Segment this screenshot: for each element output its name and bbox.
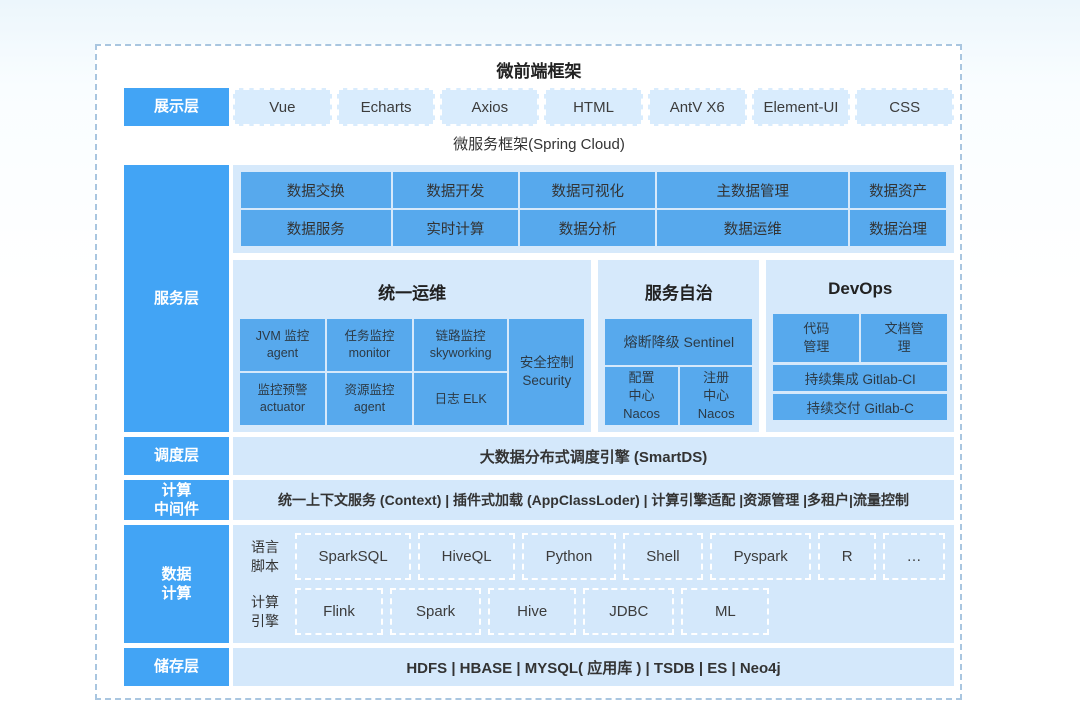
data-computing-row: 数据 计算 语言 脚本 SparkSQLHiveQLPythonShellPys… [124, 525, 954, 643]
data-app-service-cell: 数据运维 [657, 210, 848, 246]
data-app-service-cell: 数据交换 [241, 172, 391, 208]
compute-engine-item: JDBC [583, 588, 674, 635]
presentation-items: VueEchartsAxiosHTMLAntV X6Element-UICSS [233, 88, 954, 126]
unified-ops-title: 统一运维 [240, 266, 584, 319]
middleware-layer-label: 计算 中间件 [124, 480, 229, 520]
data-app-service-cell: 实时计算 [393, 210, 519, 246]
presentation-item: Echarts [337, 88, 436, 126]
ops-cell-log-elk: 日志 ELK [414, 373, 507, 425]
nacos-row: 配置 中心 Nacos 注册 中心 Nacos [605, 367, 752, 425]
language-script-row: 语言 脚本 SparkSQLHiveQLPythonShellPysparkR… [242, 533, 945, 580]
language-script-item: Shell [623, 533, 703, 580]
storage-layer-row: 储存层 HDFS | HBASE | MYSQL( 应用库 ) | TSDB |… [124, 648, 954, 686]
unified-ops-panel: 统一运维 JVM 监控 agent 任务监控 monitor 链路监控 skyw… [233, 260, 591, 432]
compute-engine-item: Spark [390, 588, 481, 635]
service-layer-content: 数据交换数据开发数据可视化主数据管理数据资产数据服务实时计算数据分析数据运维数据… [233, 165, 954, 432]
data-app-service-cell: 数据服务 [241, 210, 391, 246]
service-autonomy-panel: 服务自治 熔断降级 Sentinel 配置 中心 Nacos 注册 中心 Nac… [598, 260, 759, 432]
middleware-layer-row: 计算 中间件 统一上下文服务 (Context) | 插件式加载 (AppCla… [124, 480, 954, 520]
compute-engine-label: 计算 引擎 [242, 588, 288, 635]
service-layer-row: 服务层 数据交换数据开发数据可视化主数据管理数据资产数据服务实时计算数据分析数据… [124, 165, 954, 432]
data-app-service-cell: 主数据管理 [657, 172, 848, 208]
config-center-box: 配置 中心 Nacos [605, 367, 678, 425]
ops-cell-resource-monitor: 资源监控 agent [327, 373, 412, 425]
language-script-items: SparkSQLHiveQLPythonShellPysparkR… [295, 533, 945, 580]
storage-systems-bar: HDFS | HBASE | MYSQL( 应用库 ) | TSDB | ES … [233, 648, 954, 686]
service-operations-band: 统一运维 JVM 监控 agent 任务监控 monitor 链路监控 skyw… [233, 260, 954, 432]
continuous-integration-bar: 持续集成 Gitlab-CI [773, 365, 947, 391]
middleware-services-bar: 统一上下文服务 (Context) | 插件式加载 (AppClassLoder… [233, 480, 954, 520]
continuous-delivery-bar: 持续交付 Gitlab-C [773, 394, 947, 420]
devops-title: DevOps [773, 266, 947, 314]
registry-center-box: 注册 中心 Nacos [680, 367, 753, 425]
ops-cell-task-monitor: 任务监控 monitor [327, 319, 412, 371]
data-app-services-grid: 数据交换数据开发数据可视化主数据管理数据资产数据服务实时计算数据分析数据运维数据… [233, 165, 954, 253]
devops-mgmt-row: 代码 管理 文档管 理 [773, 314, 947, 362]
service-autonomy-title: 服务自治 [605, 266, 752, 319]
scheduling-layer-label: 调度层 [124, 437, 229, 475]
presentation-item: CSS [855, 88, 954, 126]
compute-engine-item: Hive [488, 588, 576, 635]
presentation-item: HTML [544, 88, 643, 126]
compute-engine-row: 计算 引擎 FlinkSparkHiveJDBCML [242, 588, 945, 635]
presentation-item: Element-UI [752, 88, 851, 126]
presentation-item: Axios [440, 88, 539, 126]
service-layer-label: 服务层 [124, 165, 229, 432]
language-script-label: 语言 脚本 [242, 533, 288, 580]
unified-ops-grid: JVM 监控 agent 任务监控 monitor 链路监控 skyworkin… [240, 319, 584, 425]
language-script-item: Python [522, 533, 616, 580]
data-app-service-cell: 数据分析 [520, 210, 655, 246]
ops-cell-security: 安全控制 Security [509, 319, 584, 425]
data-app-service-cell: 数据开发 [393, 172, 519, 208]
language-script-item: SparkSQL [295, 533, 411, 580]
data-computing-content: 语言 脚本 SparkSQLHiveQLPythonShellPysparkR…… [233, 525, 954, 643]
compute-engine-item: ML [681, 588, 769, 635]
circuit-breaker-box: 熔断降级 Sentinel [605, 319, 752, 365]
doc-management-box: 文档管 理 [861, 314, 947, 362]
language-script-item: Pyspark [710, 533, 811, 580]
data-app-service-cell: 数据资产 [850, 172, 946, 208]
scheduling-layer-row: 调度层 大数据分布式调度引擎 (SmartDS) [124, 437, 954, 475]
ops-cell-jvm-monitor: JVM 监控 agent [240, 319, 325, 371]
diagram-title: 微前端框架 [124, 56, 954, 88]
data-app-service-cell: 数据可视化 [520, 172, 655, 208]
presentation-item: AntV X6 [648, 88, 747, 126]
scheduling-engine-bar: 大数据分布式调度引擎 (SmartDS) [233, 437, 954, 475]
architecture-diagram: 微前端框架 展示层 VueEchartsAxiosHTMLAntV X6Elem… [95, 44, 962, 700]
language-script-item: HiveQL [418, 533, 515, 580]
compute-engine-items: FlinkSparkHiveJDBCML [295, 588, 945, 635]
storage-layer-label: 储存层 [124, 648, 229, 686]
presentation-item: Vue [233, 88, 332, 126]
devops-panel: DevOps 代码 管理 文档管 理 持续集成 Gitlab-CI 持续交付 G… [766, 260, 954, 432]
ops-cell-trace-monitor: 链路监控 skyworking [414, 319, 507, 371]
data-computing-label: 数据 计算 [124, 525, 229, 643]
compute-engine-item: Flink [295, 588, 383, 635]
presentation-layer-label: 展示层 [124, 88, 229, 126]
data-app-service-cell: 数据治理 [850, 210, 946, 246]
ops-cell-alert: 监控预警 actuator [240, 373, 325, 425]
language-script-item: R [818, 533, 876, 580]
microservice-framework-caption: 微服务框架(Spring Cloud) [124, 131, 954, 159]
code-management-box: 代码 管理 [773, 314, 859, 362]
presentation-layer-row: 展示层 VueEchartsAxiosHTMLAntV X6Element-UI… [124, 88, 954, 126]
language-script-item: … [883, 533, 945, 580]
